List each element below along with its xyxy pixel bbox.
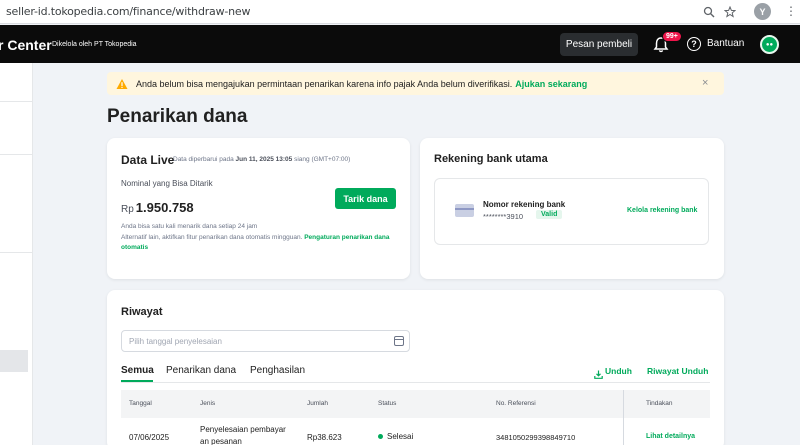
manage-bank-link[interactable]: Kelola rekening bank [627,207,697,214]
status-dot [378,434,383,439]
data-live-title: Data Live [121,153,175,167]
sticky-column-divider [623,390,624,445]
auto-withdraw-note: Alternatif lain, aktifkan fitur penarika… [121,234,390,251]
table-row-reference: 3481050299398849710 [496,433,576,442]
bank-account-label: Nomor rekening bank [483,200,566,209]
shop-avatar[interactable]: ●● [760,35,779,54]
sidebar-item-active[interactable] [0,350,28,372]
browser-url-bar: seller-id.tokopedia.com/finance/withdraw… [0,0,800,24]
bank-card-icon [455,204,474,217]
url-text[interactable]: seller-id.tokopedia.com/finance/withdraw… [6,5,250,18]
history-card: Riwayat Pilih tanggal penyelesaian Semua… [107,290,724,445]
bank-card-title: Rekening bank utama [434,153,548,165]
notification-badge: 99+ [662,31,682,42]
browser-menu-icon[interactable]: ⋮ [785,4,797,18]
sidebar [0,63,33,445]
view-details-link[interactable]: Lihat detailnya [646,433,695,440]
withdraw-button[interactable]: Tarik dana [335,188,396,209]
withdrawable-label: Nominal yang Bisa Ditarik [121,179,213,188]
table-header: Tanggal Jenis Jumlah Status No. Referens… [121,390,710,418]
download-history-button[interactable]: Riwayat Unduh [647,366,708,376]
tab-withdrawals[interactable]: Penarikan dana [166,365,236,376]
data-updated-text: Data diperbarui pada Jun 11, 2025 13:05 … [173,156,351,163]
sidebar-divider [0,252,33,253]
table-row-amount: Rp38.623 [307,433,342,442]
table-row-type-cont: an pesanan [200,437,242,445]
history-title: Riwayat [121,306,163,318]
help-label[interactable]: Bantuan [707,38,744,49]
column-header: No. Referensi [496,400,536,407]
withdraw-limit-note: Anda bisa satu kali menarik dana setiap … [121,223,258,230]
bank-account-number: ********3910 [483,212,524,221]
sidebar-divider [0,154,33,155]
column-header: Tindakan [646,400,673,407]
zoom-icon[interactable] [700,3,718,21]
column-header: Jenis [200,400,216,407]
table-row-date: 07/06/2025 [129,433,170,442]
sidebar-divider [0,101,33,102]
tab-all[interactable]: Semua [121,365,154,376]
download-icon[interactable] [594,366,603,379]
buyer-message-button[interactable]: Pesan pembeli [560,33,638,56]
alert-message: Anda belum bisa mengajukan permintaan pe… [136,79,588,89]
date-filter-placeholder: Pilih tanggal penyelesaian [129,337,222,346]
tax-alert-banner: Anda belum bisa mengajukan permintaan pe… [107,72,724,95]
calendar-icon[interactable] [394,336,404,346]
alert-submit-link[interactable]: Ajukan sekarang [515,79,587,89]
data-live-card: Data Live Data diperbarui pada Jun 11, 2… [107,138,410,279]
bookmark-star-icon[interactable] [721,3,739,21]
browser-profile-avatar[interactable]: Y [754,3,771,20]
bank-account-box: Nomor rekening bank ********3910 Valid K… [434,178,709,245]
column-header: Jumlah [307,400,328,407]
table-row-type: Penyelesaian pembayar [200,425,286,434]
page-title: Penarikan dana [107,106,248,127]
withdrawable-amount: Rp 1.950.758 [121,200,194,215]
status-badge: Valid [536,210,563,219]
warning-icon [116,77,128,89]
table-row-status: Selesai [387,432,414,441]
column-header: Status [378,400,397,407]
app-subtitle: Dikelola oleh PT Tokopedia [52,41,137,48]
tabs-divider [121,382,710,383]
app-header: r Center Dikelola oleh PT Tokopedia Pesa… [0,25,800,63]
date-filter-input[interactable]: Pilih tanggal penyelesaian [121,330,410,352]
tab-income[interactable]: Penghasilan [250,365,305,376]
help-icon[interactable]: ? [687,37,701,51]
column-header: Tanggal [129,400,152,407]
app-title: r Center [0,37,52,53]
download-button[interactable]: Unduh [605,366,632,376]
bank-account-card: Rekening bank utama Nomor rekening bank … [420,138,724,279]
close-icon[interactable]: × [702,77,708,89]
